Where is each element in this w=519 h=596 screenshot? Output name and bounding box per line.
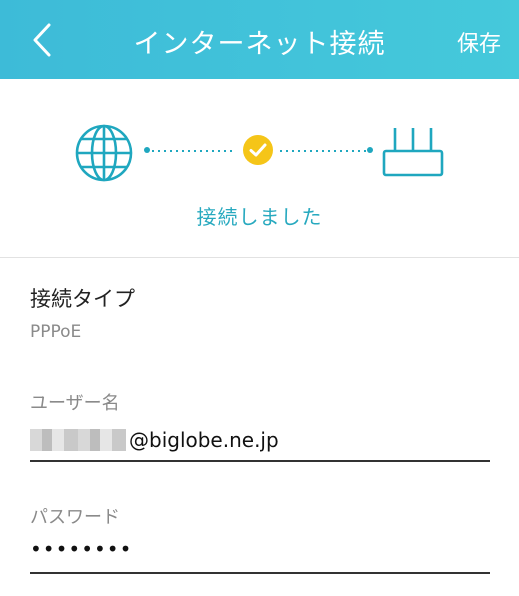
- connector-line-left: [152, 150, 236, 152]
- connector-line-right: [280, 150, 366, 152]
- connector-dot: [367, 147, 373, 153]
- connection-status-panel: 接続しました: [0, 79, 519, 258]
- page-title: インターネット接続: [133, 29, 386, 60]
- redacted-text: [30, 429, 126, 451]
- password-underline: [30, 572, 490, 574]
- username-value: @biglobe.ne.jp: [129, 428, 279, 452]
- connection-type-label: 接続タイプ: [30, 287, 135, 311]
- router-icon: [382, 128, 444, 177]
- check-circle-icon: [243, 135, 273, 165]
- app-header: インターネット接続 保存: [0, 0, 519, 79]
- username-underline: [30, 460, 490, 462]
- password-field[interactable]: ••••••••: [30, 537, 132, 561]
- globe-icon: [75, 124, 133, 182]
- connector-dot: [144, 147, 150, 153]
- save-button[interactable]: 保存: [457, 26, 501, 58]
- connection-type-value: PPPoE: [30, 322, 82, 342]
- username-label: ユーザー名: [30, 393, 120, 414]
- username-field[interactable]: @biglobe.ne.jp: [30, 425, 279, 455]
- password-label: パスワード: [30, 507, 120, 528]
- connection-status-text: 接続しました: [196, 205, 323, 229]
